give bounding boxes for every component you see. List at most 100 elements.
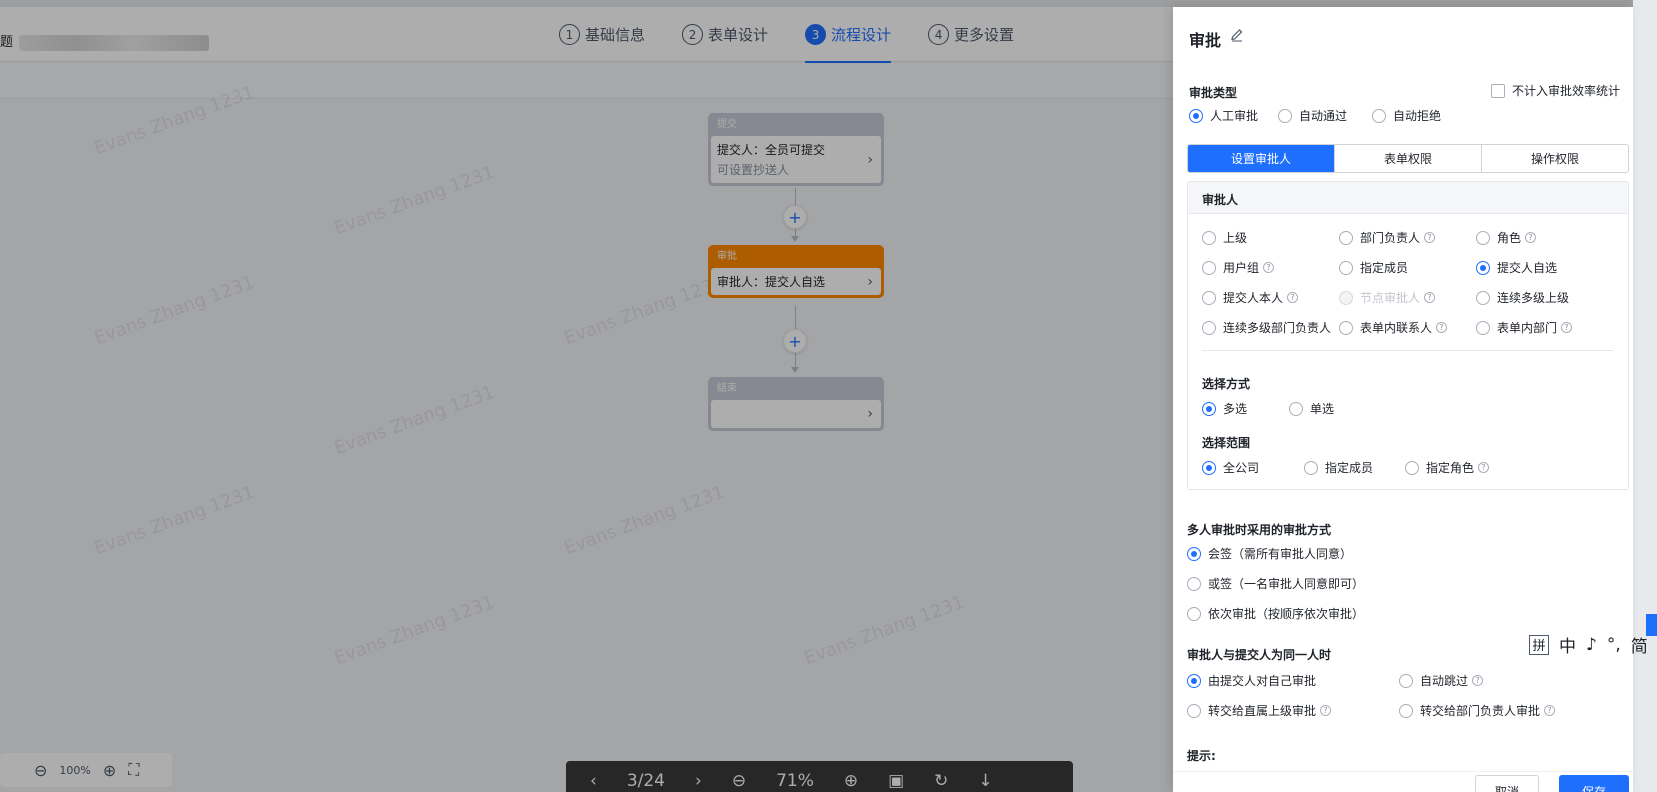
- help-icon[interactable]: ?: [1472, 675, 1484, 686]
- help-icon[interactable]: ?: [1424, 292, 1436, 303]
- multi-mode-sequential[interactable]: 依次审批（按顺序依次审批）: [1187, 605, 1364, 622]
- approver-option[interactable]: 用户组?: [1202, 259, 1275, 276]
- save-button[interactable]: 保存: [1559, 775, 1629, 792]
- same-person-to-manager[interactable]: 转交给直属上级审批?: [1187, 702, 1332, 719]
- select-scope-label: 选择范围: [1202, 436, 1251, 450]
- approver-option[interactable]: 提交人本人?: [1202, 289, 1299, 306]
- radio-label: 人工审批: [1210, 109, 1259, 123]
- radio-selected: [1187, 673, 1201, 688]
- radio-selected: [1202, 401, 1216, 416]
- help-icon[interactable]: ?: [1544, 705, 1556, 716]
- radio-label: 会签（需所有审批人同意）: [1208, 547, 1353, 561]
- radio: [1187, 703, 1201, 718]
- ime-punctuation-icon[interactable]: °,: [1607, 635, 1621, 655]
- radio-label: 连续多级上级: [1497, 291, 1570, 305]
- approval-type-label: 审批类型: [1189, 86, 1238, 100]
- radio: [1187, 576, 1201, 591]
- radio-label: 转交给直属上级审批: [1208, 704, 1317, 718]
- cancel-button[interactable]: 取消: [1475, 775, 1539, 792]
- ime-pinyin-icon[interactable]: 拼: [1529, 634, 1549, 655]
- radio-label: 提交人自选: [1497, 261, 1558, 275]
- checkbox-label: 不计入审批效率统计: [1512, 84, 1621, 98]
- approval-type-auto-reject[interactable]: 自动拒绝: [1372, 107, 1441, 124]
- select-mode-single[interactable]: 单选: [1289, 400, 1334, 417]
- radio-label: 多选: [1223, 402, 1248, 416]
- approver-heading: 审批人: [1188, 182, 1628, 214]
- approval-type-manual[interactable]: 人工审批: [1189, 107, 1258, 124]
- tip-label: 提示:: [1187, 749, 1216, 763]
- multi-mode-countersign[interactable]: 会签（需所有审批人同意）: [1187, 545, 1352, 562]
- tab-operation-permission[interactable]: 操作权限: [1481, 145, 1628, 172]
- radio: [1202, 260, 1216, 275]
- radio-selected: [1476, 260, 1490, 275]
- approver-option[interactable]: 连续多级上级: [1476, 289, 1569, 306]
- exclude-efficiency-checkbox[interactable]: 不计入审批效率统计: [1491, 82, 1620, 99]
- ime-simplified-icon[interactable]: 简: [1631, 632, 1648, 657]
- help-icon[interactable]: ?: [1525, 232, 1537, 243]
- divider: [1202, 350, 1613, 351]
- approver-option[interactable]: 上级: [1202, 229, 1247, 246]
- help-icon[interactable]: ?: [1424, 232, 1436, 243]
- select-mode-multi[interactable]: 多选: [1202, 400, 1247, 417]
- radio: [1289, 401, 1303, 416]
- radio-selected: [1202, 460, 1216, 475]
- scope-company[interactable]: 全公司: [1202, 459, 1259, 476]
- radio: [1202, 230, 1216, 245]
- radio: [1476, 290, 1490, 305]
- same-person-label: 审批人与提交人为同一人时: [1187, 648, 1332, 662]
- edit-icon[interactable]: [1229, 27, 1245, 43]
- help-icon[interactable]: ?: [1561, 322, 1573, 333]
- ime-chinese-icon[interactable]: 中: [1559, 632, 1576, 657]
- radio-disabled: [1339, 290, 1353, 305]
- help-icon[interactable]: ?: [1436, 322, 1448, 333]
- radio-label: 表单内联系人: [1360, 321, 1433, 335]
- radio: [1476, 230, 1490, 245]
- radio-label: 节点审批人: [1360, 291, 1421, 305]
- approval-type-auto-pass[interactable]: 自动通过: [1278, 107, 1347, 124]
- radio-label: 提交人本人: [1223, 291, 1284, 305]
- radio-label: 全公司: [1223, 461, 1260, 475]
- help-icon[interactable]: ?: [1287, 292, 1299, 303]
- radio-label: 依次审批（按顺序依次审批）: [1208, 607, 1365, 621]
- approver-option[interactable]: 指定成员: [1339, 259, 1408, 276]
- approver-option[interactable]: 表单内联系人?: [1339, 319, 1448, 336]
- scope-roles[interactable]: 指定角色?: [1405, 459, 1490, 476]
- radio: [1399, 673, 1413, 688]
- radio: [1339, 320, 1353, 335]
- approver-option[interactable]: 角色?: [1476, 229, 1537, 246]
- select-mode-label: 选择方式: [1202, 377, 1251, 391]
- radio-selected: [1187, 546, 1201, 561]
- approval-settings-drawer: 审批 审批类型 不计入审批效率统计 人工审批 自动通过 自动拒绝 设置审批人 表…: [1173, 7, 1633, 792]
- help-icon[interactable]: ?: [1478, 462, 1490, 473]
- radio-label: 上级: [1223, 231, 1248, 245]
- radio-label: 表单内部门: [1497, 321, 1558, 335]
- approver-option-selected[interactable]: 提交人自选: [1476, 259, 1557, 276]
- same-person-to-dept-head[interactable]: 转交给部门负责人审批?: [1399, 702, 1556, 719]
- help-icon[interactable]: ?: [1320, 705, 1332, 716]
- radio-label: 指定成员: [1325, 461, 1374, 475]
- radio-label: 用户组: [1223, 261, 1260, 275]
- approver-option[interactable]: 连续多级部门负责人: [1202, 319, 1331, 336]
- scope-members[interactable]: 指定成员: [1304, 459, 1373, 476]
- ime-toolbar: 拼 中 ♪ °, 简: [1519, 632, 1648, 657]
- approver-option[interactable]: 部门负责人?: [1339, 229, 1436, 246]
- radio-selected: [1189, 108, 1203, 123]
- radio: [1399, 703, 1413, 718]
- tab-set-approver[interactable]: 设置审批人: [1188, 145, 1334, 172]
- radio: [1372, 108, 1386, 123]
- ime-moon-icon[interactable]: ♪: [1586, 635, 1597, 655]
- approver-panel: 审批人 上级 部门负责人? 角色? 用户组? 指定成员 提交人自选 提交人本人?…: [1187, 181, 1629, 490]
- tab-form-permission[interactable]: 表单权限: [1334, 145, 1481, 172]
- approver-option[interactable]: 表单内部门?: [1476, 319, 1573, 336]
- radio-label: 自动通过: [1299, 109, 1348, 123]
- radio-label: 角色: [1497, 231, 1522, 245]
- same-person-auto-skip[interactable]: 自动跳过?: [1399, 672, 1484, 689]
- multi-mode-label: 多人审批时采用的审批方式: [1187, 523, 1332, 537]
- radio-label: 指定成员: [1360, 261, 1409, 275]
- help-icon[interactable]: ?: [1263, 262, 1275, 273]
- drawer-title: 审批: [1189, 31, 1222, 50]
- multi-mode-or-sign[interactable]: 或签（一名审批人同意即可）: [1187, 575, 1364, 592]
- same-person-self-approve[interactable]: 由提交人对自己审批: [1187, 672, 1316, 689]
- approver-option-disabled: 节点审批人?: [1339, 289, 1436, 306]
- radio: [1339, 260, 1353, 275]
